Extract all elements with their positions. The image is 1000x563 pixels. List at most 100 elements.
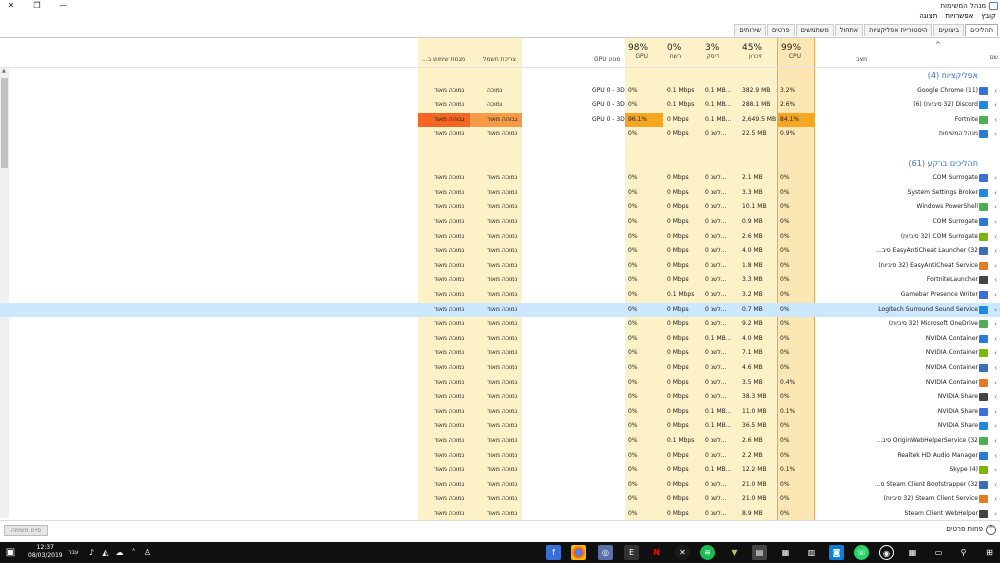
search-icon[interactable]: ⚲ bbox=[956, 545, 971, 560]
expand-chevron-icon[interactable]: ‹ bbox=[994, 434, 997, 448]
app-row[interactable]: Discord (32 סיביות) (6) ‹ 2.6% 288.1 MB 0.1 … bbox=[0, 98, 1000, 113]
expand-chevron-icon[interactable]: ‹ bbox=[994, 244, 997, 258]
whatsapp-icon[interactable]: ☏ bbox=[854, 545, 869, 560]
calculator-icon[interactable]: ▦ bbox=[778, 545, 793, 560]
tab-performance[interactable]: ביצועים bbox=[933, 24, 965, 36]
tab-app-history[interactable]: היסטוריית אפליקציות bbox=[864, 24, 933, 36]
chrome-icon[interactable] bbox=[571, 545, 586, 560]
process-row[interactable]: COM Surrogate ‹ 0% 0.9 MB 0 לשנ... 0 Mbps 0% נמ… bbox=[0, 215, 1000, 230]
expand-chevron-icon[interactable]: ‹ bbox=[994, 273, 997, 287]
expand-chevron-icon[interactable]: ‹ bbox=[994, 317, 997, 331]
chevron-up-tray-icon[interactable]: ˄ bbox=[126, 545, 141, 560]
process-row[interactable]: FortniteLauncher ‹ 0% 3.3 MB 0 לשנ... 0 Mbps 0… bbox=[0, 273, 1000, 288]
process-row[interactable]: NVIDIA Share ‹ 0% 36.5 MB 0.1 MB... 0 Mbps 0% נ… bbox=[0, 419, 1000, 434]
scroll-up-icon[interactable]: ▲ bbox=[2, 68, 6, 74]
expand-chevron-icon[interactable]: ‹ bbox=[994, 478, 997, 492]
netflix-icon[interactable]: N bbox=[649, 545, 664, 560]
expand-chevron-icon[interactable]: ‹ bbox=[994, 259, 997, 273]
start-icon[interactable]: ⊞ bbox=[982, 545, 997, 560]
steam-icon[interactable]: ◉ bbox=[879, 545, 894, 560]
app-row[interactable]: Fortnite ‹ 84.1% 2,649.5 MB 0.1 MB... 0 Mbps 9… bbox=[0, 112, 1000, 128]
header-power-usage[interactable]: צריכת חשמל bbox=[483, 56, 516, 63]
process-row[interactable]: Logitech Surround Sound Service ‹ 0% 0.7 MB… bbox=[0, 302, 1000, 318]
task-manager-taskbar-icon[interactable]: ▤ bbox=[752, 545, 767, 560]
close-button[interactable]: ✕ bbox=[2, 0, 20, 12]
expand-chevron-icon[interactable]: ‹ bbox=[994, 84, 997, 98]
end-task-button[interactable]: סיים משימה bbox=[4, 525, 48, 536]
app-row[interactable]: מנהל המשימות ‹ 0.9% 22.5 MB 0 לשנ... 0 Mbps 0%… bbox=[0, 127, 1000, 142]
tab-users[interactable]: משתמשים bbox=[795, 24, 834, 36]
expand-chevron-icon[interactable]: ‹ bbox=[994, 449, 997, 463]
process-row[interactable]: COM Surrogate (32 סיביות) ‹ 0% 2.6 MB 0 לשנ.… bbox=[0, 230, 1000, 245]
language-indicator[interactable]: עבר bbox=[68, 549, 79, 556]
nvidia-icon[interactable]: ▼ bbox=[727, 545, 742, 560]
header-status[interactable]: מצב bbox=[856, 56, 867, 63]
menu-view[interactable]: תצוגה bbox=[919, 12, 937, 23]
process-row[interactable]: OriginWebHelperService (32 סיב... ‹ 0% 2.6 … bbox=[0, 434, 1000, 449]
process-row[interactable]: Skype (4) ‹ 0.1% 12.2 MB 0.1 MB... 0 Mbps 0% נמ… bbox=[0, 463, 1000, 478]
app-row[interactable]: Google Chrome (11) ‹ 3.2% 382.9 MB 0.1 MB...… bbox=[0, 84, 1000, 99]
network-icon[interactable]: ◭ bbox=[98, 545, 113, 560]
process-row[interactable]: Realtek HD Audio Manager ‹ 0% 2.2 MB 0 לשנ..… bbox=[0, 449, 1000, 464]
discord-icon[interactable]: ◎ bbox=[598, 545, 613, 560]
clock[interactable]: 12:37 08/03/2019 bbox=[28, 544, 63, 560]
process-row[interactable]: System Settings Broker ‹ 0% 3.3 MB 0 לשנ... 0… bbox=[0, 186, 1000, 201]
expand-chevron-icon[interactable]: ‹ bbox=[994, 507, 997, 520]
fewer-details-button[interactable]: ^פחות פרטים bbox=[946, 525, 996, 535]
expand-chevron-icon[interactable]: ‹ bbox=[994, 288, 997, 302]
task-view-icon[interactable]: ▭ bbox=[931, 545, 946, 560]
process-row[interactable]: NVIDIA Container ‹ 0.4% 3.5 MB 0 לשנ... 0 Mbp… bbox=[0, 376, 1000, 391]
expand-chevron-icon[interactable]: ‹ bbox=[994, 98, 997, 112]
expand-chevron-icon[interactable]: ‹ bbox=[994, 113, 997, 127]
process-row[interactable]: NVIDIA Container ‹ 0% 4.6 MB 0 לשנ... 0 Mbps 0… bbox=[0, 361, 1000, 376]
onedrive-icon[interactable]: ☁ bbox=[112, 545, 127, 560]
process-row[interactable]: Steam Client Bootstrapper (32 ס... ‹ 0% 21.… bbox=[0, 478, 1000, 493]
expand-chevron-icon[interactable]: ‹ bbox=[994, 230, 997, 244]
expand-chevron-icon[interactable]: ‹ bbox=[994, 463, 997, 477]
expand-chevron-icon[interactable]: ‹ bbox=[994, 419, 997, 433]
epic-games-icon[interactable]: E bbox=[624, 545, 639, 560]
process-row[interactable]: Steam Client WebHelper ‹ 0% 8.9 MB 0 לשנ... 0… bbox=[0, 507, 1000, 520]
header-name[interactable]: שם bbox=[990, 54, 998, 61]
expand-chevron-icon[interactable]: ‹ bbox=[994, 171, 997, 185]
expand-chevron-icon[interactable]: ‹ bbox=[994, 200, 997, 214]
notification-icon[interactable]: ▣ bbox=[3, 545, 18, 560]
process-row[interactable]: Gamebar Presence Writer ‹ 0% 3.2 MB 0 לשנ...… bbox=[0, 288, 1000, 303]
files-icon[interactable]: ▥ bbox=[804, 545, 819, 560]
xbox-icon[interactable]: ✕ bbox=[675, 545, 690, 560]
expand-chevron-icon[interactable]: ‹ bbox=[994, 405, 997, 419]
tab-services[interactable]: שירותים bbox=[734, 24, 766, 36]
process-row[interactable]: EasyAntiCheat Launcher (32 סיב... ‹ 0% 4.0 … bbox=[0, 244, 1000, 259]
expand-chevron-icon[interactable]: ‹ bbox=[994, 376, 997, 390]
process-row[interactable]: NVIDIA Share ‹ 0.1% 11.0 MB 0.1 MB... 0 Mbps 0… bbox=[0, 405, 1000, 420]
header-gpu-engine[interactable]: מנוע GPU bbox=[594, 56, 620, 63]
people-icon[interactable]: ♙ bbox=[140, 545, 155, 560]
header-power-trend[interactable]: מגמת שימוש ב... bbox=[422, 56, 465, 63]
expand-chevron-icon[interactable]: ‹ bbox=[994, 332, 997, 346]
expand-chevron-icon[interactable]: ‹ bbox=[994, 127, 997, 141]
process-row[interactable]: NVIDIA Share ‹ 0% 38.3 MB 0 לשנ... 0 Mbps 0% נמ… bbox=[0, 390, 1000, 405]
store-icon[interactable]: ◙ bbox=[829, 545, 844, 560]
expand-chevron-icon[interactable]: ‹ bbox=[994, 186, 997, 200]
expand-chevron-icon[interactable]: ‹ bbox=[994, 346, 997, 360]
menu-file[interactable]: קובץ bbox=[981, 12, 996, 23]
expand-chevron-icon[interactable]: ‹ bbox=[994, 215, 997, 229]
process-row[interactable]: NVIDIA Container ‹ 0% 4.0 MB 0.1 MB... 0 Mbps… bbox=[0, 332, 1000, 347]
process-row[interactable]: Steam Client Service (32 סיביות) ‹ 0% 21.0 … bbox=[0, 492, 1000, 507]
calendar-icon[interactable]: ▦ bbox=[905, 545, 920, 560]
tab-startup[interactable]: אתחול bbox=[834, 24, 864, 36]
header-gpu[interactable]: 98% GPU bbox=[628, 43, 648, 60]
apps-group-header[interactable]: אפליקציות (4) bbox=[928, 71, 978, 80]
expand-chevron-icon[interactable]: ‹ bbox=[994, 492, 997, 506]
process-row[interactable]: COM Surrogate ‹ 0% 2.1 MB 0 לשנ... 0 Mbps 0% נמ… bbox=[0, 171, 1000, 186]
process-row[interactable]: Microsoft OneDrive (32 סיביות) ‹ 0% 9.2 MB 0… bbox=[0, 317, 1000, 332]
spotify-icon[interactable]: ≋ bbox=[700, 545, 715, 560]
minimize-button[interactable]: — bbox=[54, 0, 72, 12]
header-network[interactable]: 0% רשת bbox=[667, 43, 681, 60]
process-row[interactable]: EasyAntiCheat Service (32 סיביות) ‹ 0% 1.8 … bbox=[0, 259, 1000, 274]
expand-chevron-icon[interactable]: ‹ bbox=[994, 303, 997, 317]
tab-processes[interactable]: תהליכים bbox=[965, 24, 998, 36]
menu-options[interactable]: אפשרויות bbox=[945, 12, 973, 23]
tab-details[interactable]: פרטים bbox=[766, 24, 795, 36]
facebook-icon[interactable]: f bbox=[546, 545, 561, 560]
